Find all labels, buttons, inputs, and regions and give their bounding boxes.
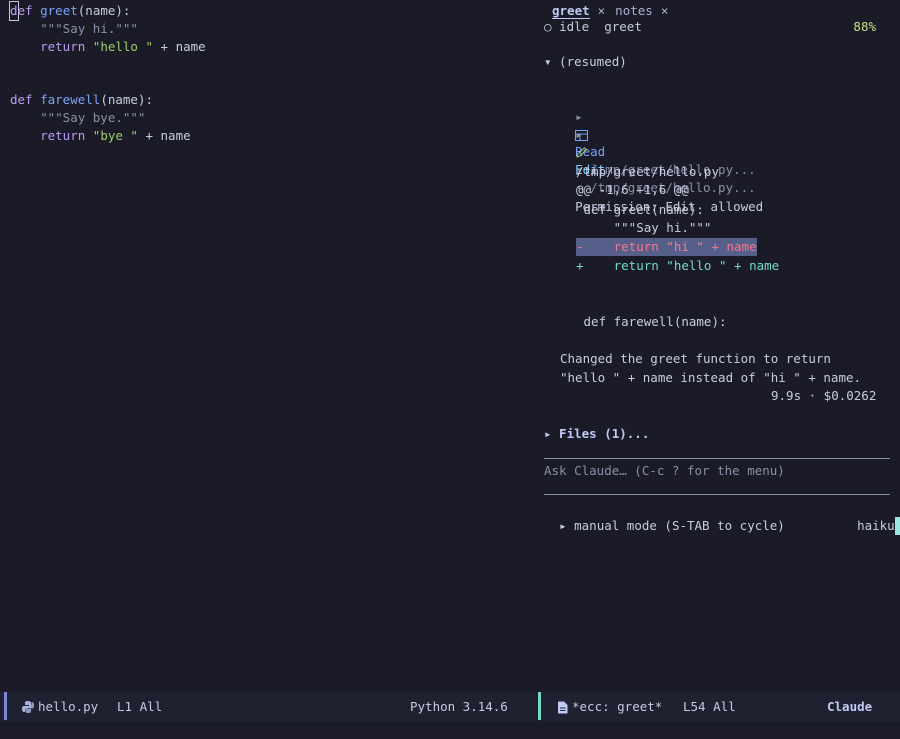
permission-file: /tmp/greet/hello.py <box>576 164 719 179</box>
code-token: return <box>10 38 93 54</box>
prompt-input[interactable]: Ask Claude… (C-c ? for the menu) <box>544 462 785 480</box>
major-mode[interactable]: Python 3.14.6 <box>410 699 508 714</box>
code-token: (name): <box>100 91 154 107</box>
code-token: "bye " <box>92 127 138 143</box>
diff-hunk-header: @@ -1,6 +1,6 @@ <box>576 182 689 197</box>
modeline-left[interactable]: hello.py L1 All Python 3.14.6 <box>0 692 536 722</box>
code-token: "hello " <box>92 38 154 54</box>
modeline-right[interactable]: *ecc: greet* L54 All Claude <box>538 692 900 722</box>
code-token: (name): <box>77 3 131 18</box>
code-token: """Say bye.""" <box>10 109 146 125</box>
cursor-position: L54 All <box>683 699 736 714</box>
diff-added-line: + return "hello " + name <box>576 258 780 273</box>
model-name: haiku <box>857 518 895 533</box>
tab-label: notes <box>615 3 653 18</box>
text-cursor: d <box>9 1 19 21</box>
close-icon[interactable]: × <box>598 3 606 19</box>
expand-arrow-icon: ▸ <box>575 126 583 142</box>
resumed-toggle[interactable]: ▾ (resumed) <box>544 53 627 71</box>
buffer-filename: hello.py <box>38 699 99 714</box>
tab-bar: greet × notes × <box>552 3 668 19</box>
code-line[interactable] <box>10 55 206 73</box>
code-token: return <box>10 127 93 143</box>
code-line[interactable]: """Say hi.""" <box>10 20 206 38</box>
diff-context-line: """Say hi.""" <box>576 220 712 235</box>
active-window-marker <box>538 692 541 720</box>
diff-context-line: def greet(name): <box>576 202 704 217</box>
session-status: ○ idle greet 88% <box>544 18 876 36</box>
files-toggle[interactable]: ▸ Files (1)... <box>544 425 649 443</box>
session-name: greet <box>604 19 642 34</box>
diff-context-line: def farewell(name): <box>576 314 727 329</box>
diff-removed-line: - return "hi " + name <box>576 238 757 256</box>
tab-label: greet <box>552 3 590 19</box>
document-icon <box>557 699 568 714</box>
context-percent: 88% <box>853 19 876 34</box>
code-token: """Say hi.""" <box>10 20 138 36</box>
code-token: def <box>10 91 33 107</box>
code-token: ef <box>17 3 33 18</box>
major-mode[interactable]: Claude <box>827 699 872 714</box>
code-line[interactable]: """Say bye.""" <box>10 109 206 127</box>
code-token: greet <box>40 3 78 18</box>
buffer-name: *ecc: greet* <box>572 699 663 714</box>
close-icon[interactable]: × <box>661 3 669 19</box>
mode-line[interactable]: ▸ manual mode (S-TAB to cycle) <box>544 499 890 535</box>
mode-label: ▸ manual mode (S-TAB to cycle) <box>559 517 785 533</box>
status-circle-icon: ○ <box>544 19 552 34</box>
editor-pane[interactable]: def greet(name): """Say hi.""" return "h… <box>0 0 536 690</box>
divider <box>544 458 890 459</box>
status-state: idle <box>559 19 590 34</box>
code-line[interactable]: return "hello " + name <box>10 38 206 56</box>
code-line[interactable]: def greet(name): <box>9 1 206 21</box>
code-token: farewell <box>40 91 101 107</box>
code-token: + name <box>137 127 191 143</box>
code-token: + name <box>153 38 206 54</box>
response-line: Changed the greet function to return <box>560 351 831 366</box>
code-line[interactable]: def farewell(name): <box>10 91 206 109</box>
echo-area <box>0 722 900 739</box>
python-icon <box>21 698 35 714</box>
divider <box>544 494 890 495</box>
response-meta: 9.9s · $0.0262 <box>771 388 877 403</box>
response-line: "hello " + name instead of "hi " + name. <box>560 370 862 385</box>
cursor-position: L1 All <box>117 699 163 714</box>
text-cursor <box>894 516 900 535</box>
code-area[interactable]: def greet(name): """Say hi.""" return "h… <box>9 1 206 145</box>
code-line[interactable] <box>10 73 206 91</box>
model-indicator: haiku <box>842 499 900 535</box>
code-line[interactable]: return "bye " + name <box>10 127 206 145</box>
tab-notes[interactable]: notes × <box>615 3 668 19</box>
tab-greet[interactable]: greet × <box>552 3 605 19</box>
active-window-marker <box>4 692 7 720</box>
